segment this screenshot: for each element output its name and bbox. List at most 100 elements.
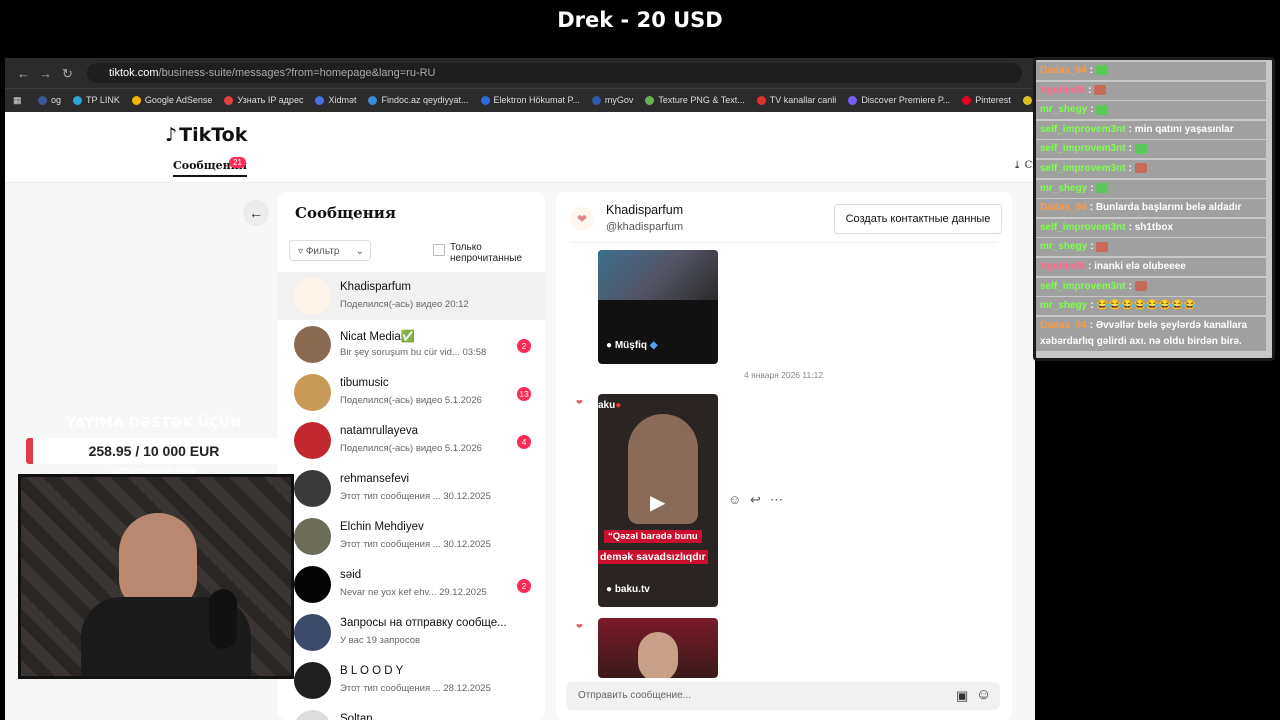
chat-message: self_improvem3nt: <box>1036 160 1266 178</box>
chat-username[interactable]: Dadas_04 <box>1040 202 1087 213</box>
conversation-item[interactable]: Nicat Media✅ Bir şey soruşum bu cür vid..… <box>278 320 545 368</box>
conversation-item[interactable]: Запросы на отправку сообще... У вас 19 за… <box>278 608 545 656</box>
conversation-avatar <box>294 422 331 459</box>
chat-username[interactable]: self_improvem3nt <box>1040 124 1126 135</box>
chat-username[interactable]: Dadas_04 <box>1040 320 1087 331</box>
tiktok-logo[interactable]: ♪ TikTok <box>165 124 247 146</box>
chat-username[interactable]: self_improvem3nt <box>1040 222 1126 233</box>
chat-username[interactable]: Agshin05 <box>1040 85 1085 96</box>
shared-video-3[interactable] <box>598 618 718 678</box>
conversation-preview: Этот тип сообщения ... 30.12.2025 <box>340 491 491 502</box>
back-button[interactable]: ← <box>243 200 269 226</box>
donation-progress-bar: 258.95 / 10 000 EUR <box>26 438 282 464</box>
conversation-item[interactable]: tibumusic Поделился(-ась) видео 5.1.2026 1… <box>278 368 545 416</box>
shared-video-2[interactable]: aku● ▶ “Qəzəl barədə bunu demək savadsız… <box>598 394 718 607</box>
chat-message: Dadas_04: Əvvəllər belə şeylərdə kanalla… <box>1036 316 1266 351</box>
chat-separator: : <box>1128 143 1135 155</box>
reload-icon[interactable]: ↻ <box>62 66 73 82</box>
filter-dropdown[interactable]: ▿ Фильтр ⌄ <box>289 240 371 261</box>
bookmark-favicon-icon <box>591 96 601 106</box>
conversation-name: tibumusic <box>340 377 389 389</box>
emoji-icon[interactable]: ☺ <box>976 686 991 703</box>
bookmark-favicon-icon <box>224 96 234 106</box>
bookmark-label: Узнать IP адрес <box>237 95 304 105</box>
chat-separator: : <box>1089 65 1096 76</box>
bookmark-item[interactable]: Pinterest <box>962 89 1011 111</box>
emoji-reaction-icon[interactable]: ☺ <box>728 492 741 507</box>
image-upload-icon[interactable]: ▣ <box>956 688 968 704</box>
chat-emote-icon <box>1096 241 1109 252</box>
bookmark-label: og <box>50 95 61 105</box>
chat-contact-name[interactable]: Khadisparfum <box>606 203 683 217</box>
chat-username[interactable]: Dadas_04 <box>1040 65 1087 76</box>
chat-emote-icon <box>1096 104 1109 115</box>
conversation-name: Soltan <box>340 713 373 720</box>
conversation-item[interactable]: Elchin Mehdiyev Этот тип сообщения ... 30… <box>278 512 545 560</box>
chat-text: min qatını yaşasınlar <box>1134 123 1234 135</box>
bookmark-label: Google AdSense <box>144 95 213 105</box>
conversation-item[interactable]: natamrullayeva Поделился(-ась) видео 5.1.… <box>278 416 545 464</box>
reply-icon[interactable]: ↩ <box>750 492 761 508</box>
conversation-name: Khadisparfum <box>340 281 411 293</box>
chat-avatar[interactable]: ❤ <box>570 207 594 231</box>
chat-panel: ❤ Khadisparfum @khadisparfum Создать кон… <box>556 192 1012 720</box>
conversation-name: rehmansefevi <box>340 473 410 485</box>
chat-message: mr_shegy: 😂😂😂😂😂😂😂😂 <box>1036 297 1266 316</box>
bookmark-favicon-icon <box>315 96 325 106</box>
bookmark-label: Findoc.az qeydiyyat... <box>381 95 469 105</box>
chat-username[interactable]: self_improvem3nt <box>1040 163 1126 174</box>
webcam-microphone <box>209 589 237 649</box>
conversation-item[interactable]: rehmansefevi Этот тип сообщения ... 30.12… <box>278 464 545 512</box>
unread-count-badge: 2 <box>517 339 531 353</box>
chat-message: self_improvem3nt: sh1tbox <box>1036 218 1266 237</box>
chat-username[interactable]: self_improvem3nt <box>1040 281 1126 292</box>
chat-username[interactable]: mr_shegy <box>1040 104 1087 115</box>
bookmark-item[interactable]: TP LINK <box>72 89 120 111</box>
back-arrow-icon[interactable]: ← <box>17 66 30 81</box>
conversation-item[interactable]: Soltan <box>278 704 545 720</box>
bookmark-item[interactable]: og <box>37 89 61 111</box>
arrow-left-icon: ← <box>249 205 263 221</box>
bookmark-item[interactable]: Findoc.az qeydiyyat... <box>368 89 469 111</box>
forward-arrow-icon[interactable]: → <box>39 66 52 81</box>
bookmarks-bar: ▦ og TP LINK Google AdSense Узнать IP адрес… <box>5 88 1035 113</box>
bookmark-item[interactable]: myGov <box>591 89 633 111</box>
bookmark-item[interactable]: Xidmət <box>315 89 356 111</box>
chat-username[interactable]: Agshin05 <box>1040 261 1085 272</box>
url-field[interactable]: tiktok.com/business-suite/messages?from=… <box>87 63 1022 83</box>
chat-text: Bunlarda başlarını belə aldadır <box>1095 202 1242 214</box>
play-icon[interactable]: ▶ <box>650 490 665 515</box>
unread-only-checkbox[interactable] <box>433 244 445 256</box>
bookmark-item[interactable]: Google AdSense <box>131 89 213 111</box>
bookmark-favicon-icon <box>368 96 378 106</box>
chat-username[interactable]: mr_shegy <box>1040 300 1087 311</box>
sender-avatar-icon: ❤ <box>576 622 583 631</box>
download-contacts-link[interactable]: ⤓ Скачать контакты <box>1013 160 1035 171</box>
more-options-icon[interactable]: ⋯ <box>770 492 783 508</box>
bookmark-item[interactable]: Узнать IP адрес <box>224 89 303 111</box>
donation-goal-widget: YAYIMA DƏSTƏK ÜÇÜN 258.95 / 10 000 EUR О… <box>18 412 290 476</box>
video-3-person <box>638 632 678 678</box>
conversation-avatar <box>294 710 331 720</box>
bookmark-item[interactable]: Elektron Hökumət P... <box>480 89 580 111</box>
conversation-name: Запросы на отправку сообще... <box>340 617 507 629</box>
chat-username[interactable]: mr_shegy <box>1040 183 1087 194</box>
chat-emote-icon <box>1134 143 1147 154</box>
bookmark-item[interactable]: Texture PNG & Text... <box>645 89 745 111</box>
bookmark-item[interactable]: TV kanallar canli <box>756 89 836 111</box>
conversation-item[interactable]: səid Nevar ne yox kef ehv... 29.12.2025 2 <box>278 560 545 608</box>
message-input[interactable]: Отправить сообщение... <box>566 682 1000 710</box>
unread-count-badge: 4 <box>517 435 531 449</box>
chat-message: mr_shegy: <box>1036 238 1266 257</box>
chat-username[interactable]: self_improvem3nt <box>1040 143 1126 154</box>
chat-header-divider <box>570 242 998 243</box>
bookmark-favicon-icon <box>645 96 655 106</box>
bookmark-label: Pinterest <box>975 95 1011 105</box>
chat-username[interactable]: mr_shegy <box>1040 241 1087 252</box>
conversation-item[interactable]: Khadisparfum Поделился(-ась) видео 20:12 <box>278 272 545 320</box>
conversation-item[interactable]: B L O O D Y Этот тип сообщения ... 28.12.… <box>278 656 545 704</box>
apps-grid-icon[interactable]: ▦ <box>13 89 22 111</box>
bookmark-item[interactable]: Discover Premiere P... <box>848 89 950 111</box>
shared-video-1[interactable]: ● Müşfiq ◆ <box>598 250 718 364</box>
create-contact-button[interactable]: Создать контактные данные <box>834 204 1002 234</box>
